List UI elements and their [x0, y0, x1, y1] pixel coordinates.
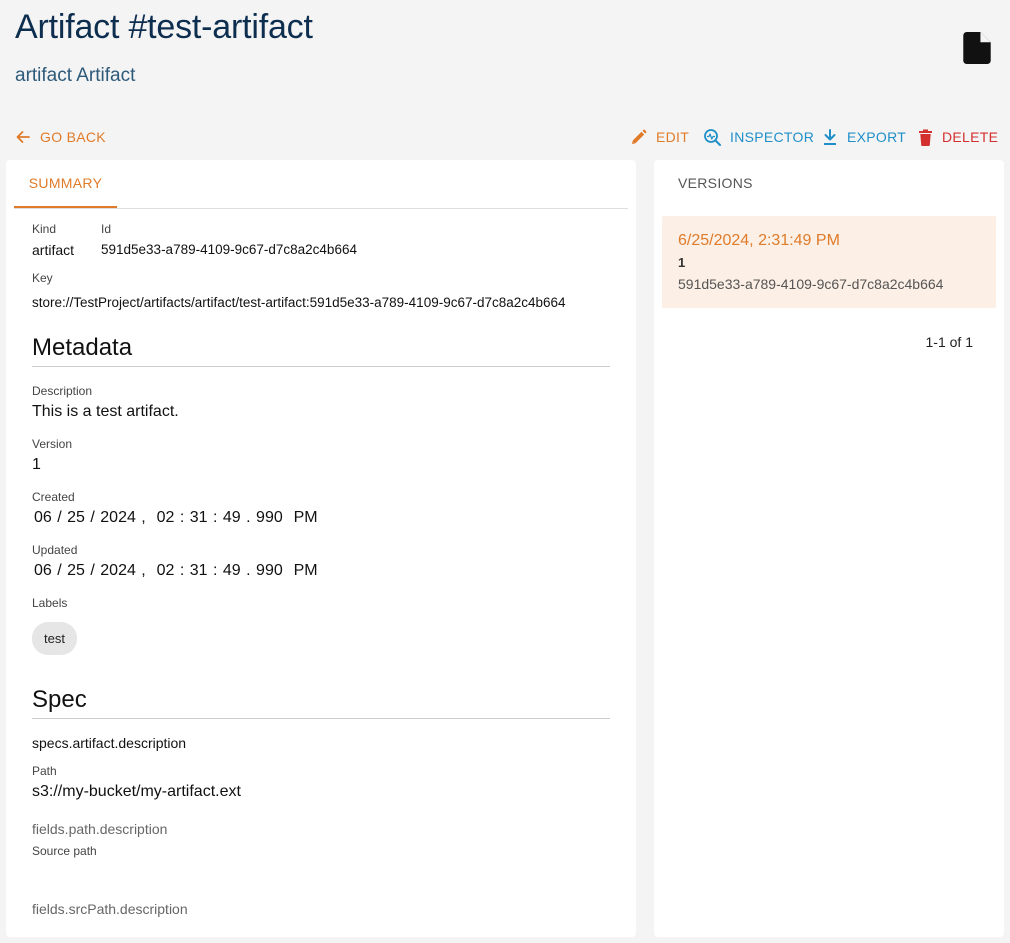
source-path-label: Source path	[32, 844, 97, 858]
go-back-button[interactable]: GO BACK	[15, 126, 106, 148]
export-label: EXPORT	[847, 129, 907, 145]
description-value: This is a test artifact.	[32, 403, 179, 420]
version-id: 591d5e33-a789-4109-9c67-d7c8a2c4b664	[678, 276, 944, 292]
versions-panel: VERSIONS 6/25/2024, 2:31:49 PM 1 591d5e3…	[654, 160, 1004, 937]
kind-label: Kind	[32, 222, 57, 236]
trash-icon	[919, 129, 932, 146]
description-label: Description	[32, 384, 93, 398]
inspector-label: INSPECTOR	[730, 129, 815, 145]
edit-button[interactable]: EDIT	[630, 126, 689, 148]
spec-heading: Spec	[32, 686, 610, 719]
inspect-search-icon	[704, 129, 721, 146]
edit-label: EDIT	[656, 129, 690, 145]
version-number: 1	[678, 255, 686, 270]
path-help-text: fields.path.description	[32, 821, 168, 837]
inspector-button[interactable]: INSPECTOR	[703, 126, 814, 148]
path-label: Path	[32, 764, 57, 778]
download-icon	[824, 128, 836, 145]
labels-label: Labels	[32, 596, 68, 610]
go-back-label: GO BACK	[40, 129, 106, 145]
path-value: s3://my-bucket/my-artifact.ext	[32, 783, 241, 800]
version-label: Version	[32, 437, 73, 451]
id-label: Id	[101, 222, 112, 236]
page-subtitle: artifact Artifact	[15, 65, 136, 86]
tab-summary[interactable]: SUMMARY	[14, 160, 117, 208]
key-value: store://TestProject/artifacts/artifact/t…	[32, 295, 566, 310]
id-value: 591d5e33-a789-4109-9c67-d7c8a2c4b664	[101, 242, 357, 257]
versions-header: VERSIONS	[678, 175, 753, 191]
spec-description: specs.artifact.description	[32, 735, 187, 751]
version-item[interactable]: 6/25/2024, 2:31:49 PM 1 591d5e33-a789-41…	[662, 216, 996, 308]
arrow-left-icon	[16, 131, 30, 143]
created-label: Created	[32, 490, 75, 504]
label-chip: test	[32, 622, 77, 655]
pagination-info: 1-1 of 1	[925, 334, 973, 350]
delete-label: DELETE	[942, 129, 999, 145]
tab-bar: SUMMARY	[14, 160, 628, 209]
created-value: 06 / 25 / 2024 , 02 : 31 : 49 . 990 PM	[34, 509, 318, 526]
kind-value: artifact	[32, 242, 75, 258]
version-date: 6/25/2024, 2:31:49 PM	[678, 232, 840, 249]
version-value: 1	[32, 456, 41, 473]
summary-panel: SUMMARY Kind artifact Id 591d5e33-a789-4…	[6, 160, 636, 937]
source-path-help-text: fields.srcPath.description	[32, 901, 188, 917]
key-label: Key	[32, 271, 53, 285]
document-icon	[963, 32, 991, 64]
pencil-icon	[632, 129, 647, 144]
export-button[interactable]: EXPORT	[822, 126, 906, 148]
delete-button[interactable]: DELETE	[918, 126, 998, 148]
metadata-heading: Metadata	[32, 334, 610, 367]
page-title: Artifact #test-artifact	[15, 8, 313, 46]
updated-value: 06 / 25 / 2024 , 02 : 31 : 49 . 990 PM	[34, 562, 318, 579]
updated-label: Updated	[32, 543, 78, 557]
